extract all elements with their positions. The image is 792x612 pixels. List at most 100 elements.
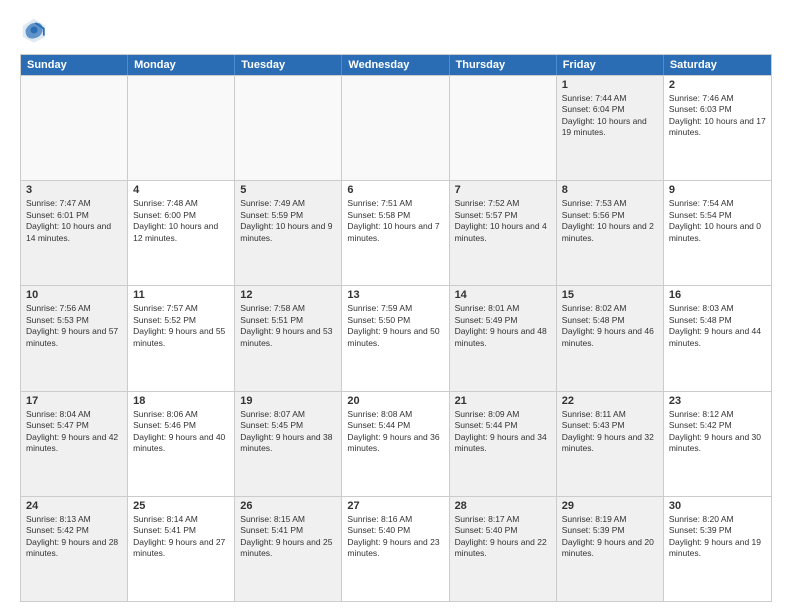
cell-daylight-text: Sunrise: 8:08 AM Sunset: 5:44 PM Dayligh… bbox=[347, 409, 443, 455]
cal-cell: 7Sunrise: 7:52 AM Sunset: 5:57 PM Daylig… bbox=[450, 181, 557, 285]
cal-cell: 23 Sunrise: 8:12 AM Sunset: 5:42 PM Dayli… bbox=[664, 392, 771, 496]
cell-daylight-text: Sunrise: 7:51 AM Sunset: 5:58 PM Dayligh… bbox=[347, 198, 443, 244]
cal-row-3: 17 Sunrise: 8:04 AM Sunset: 5:47 PM Dayli… bbox=[21, 391, 771, 496]
day-number: 27 bbox=[347, 500, 443, 512]
cal-row-1: 3 Sunrise: 7:47 AM Sunset: 6:01 PM Daylig… bbox=[21, 180, 771, 285]
cal-row-0: 1 Sunrise: 7:44 AM Sunset: 6:04 PM Daylig… bbox=[21, 75, 771, 180]
cal-row-4: 24 Sunrise: 8:13 AM Sunset: 5:42 PM Dayli… bbox=[21, 496, 771, 601]
cal-cell: 10Sunrise: 7:56 AM Sunset: 5:53 PM Dayli… bbox=[21, 286, 128, 390]
day-number: 30 bbox=[669, 500, 766, 512]
cal-cell: 22Sunrise: 8:11 AM Sunset: 5:43 PM Dayli… bbox=[557, 392, 664, 496]
header-day-wednesday: Wednesday bbox=[342, 55, 449, 75]
header-day-thursday: Thursday bbox=[450, 55, 557, 75]
day-number: 8 bbox=[562, 184, 658, 196]
cell-daylight-text: Sunrise: 8:16 AM Sunset: 5:40 PM Dayligh… bbox=[347, 514, 443, 560]
day-number: 19 bbox=[240, 395, 336, 407]
cal-cell bbox=[128, 76, 235, 180]
day-number: 21 bbox=[455, 395, 551, 407]
cell-daylight-text: Sunrise: 8:04 AM Sunset: 5:47 PM Dayligh… bbox=[26, 409, 122, 455]
cell-daylight-text: Sunrise: 8:19 AM Sunset: 5:39 PM Dayligh… bbox=[562, 514, 658, 560]
cal-cell: 27 Sunrise: 8:16 AM Sunset: 5:40 PM Dayli… bbox=[342, 497, 449, 601]
header-day-friday: Friday bbox=[557, 55, 664, 75]
calendar-header: SundayMondayTuesdayWednesdayThursdayFrid… bbox=[21, 55, 771, 75]
cal-cell: 2Sunrise: 7:46 AM Sunset: 6:03 PM Daylig… bbox=[664, 76, 771, 180]
cell-daylight-text: Sunrise: 7:47 AM Sunset: 6:01 PM Dayligh… bbox=[26, 198, 122, 244]
cal-cell: 1 Sunrise: 7:44 AM Sunset: 6:04 PM Daylig… bbox=[557, 76, 664, 180]
cal-cell: 16Sunrise: 8:03 AM Sunset: 5:48 PM Dayli… bbox=[664, 286, 771, 390]
logo bbox=[20, 16, 52, 44]
cell-daylight-text: Sunrise: 7:44 AM Sunset: 6:04 PM Dayligh… bbox=[562, 93, 658, 139]
cell-daylight-text: Sunrise: 8:06 AM Sunset: 5:46 PM Dayligh… bbox=[133, 409, 229, 455]
cal-cell: 28 Sunrise: 8:17 AM Sunset: 5:40 PM Dayli… bbox=[450, 497, 557, 601]
day-number: 1 bbox=[562, 79, 658, 91]
header bbox=[20, 16, 772, 44]
day-number: 26 bbox=[240, 500, 336, 512]
day-number: 5 bbox=[240, 184, 336, 196]
day-number: 29 bbox=[562, 500, 658, 512]
cal-cell: 6 Sunrise: 7:51 AM Sunset: 5:58 PM Daylig… bbox=[342, 181, 449, 285]
cal-cell bbox=[342, 76, 449, 180]
day-number: 24 bbox=[26, 500, 122, 512]
cal-cell: 30Sunrise: 8:20 AM Sunset: 5:39 PM Dayli… bbox=[664, 497, 771, 601]
cell-daylight-text: Sunrise: 7:59 AM Sunset: 5:50 PM Dayligh… bbox=[347, 303, 443, 349]
cell-daylight-text: Sunrise: 8:12 AM Sunset: 5:42 PM Dayligh… bbox=[669, 409, 766, 455]
cal-row-2: 10Sunrise: 7:56 AM Sunset: 5:53 PM Dayli… bbox=[21, 285, 771, 390]
cal-cell: 21 Sunrise: 8:09 AM Sunset: 5:44 PM Dayli… bbox=[450, 392, 557, 496]
day-number: 14 bbox=[455, 289, 551, 301]
cal-cell: 29 Sunrise: 8:19 AM Sunset: 5:39 PM Dayli… bbox=[557, 497, 664, 601]
day-number: 23 bbox=[669, 395, 766, 407]
cal-cell: 20 Sunrise: 8:08 AM Sunset: 5:44 PM Dayli… bbox=[342, 392, 449, 496]
cal-cell: 19 Sunrise: 8:07 AM Sunset: 5:45 PM Dayli… bbox=[235, 392, 342, 496]
day-number: 20 bbox=[347, 395, 443, 407]
day-number: 3 bbox=[26, 184, 122, 196]
day-number: 18 bbox=[133, 395, 229, 407]
cell-daylight-text: Sunrise: 8:17 AM Sunset: 5:40 PM Dayligh… bbox=[455, 514, 551, 560]
calendar-body: 1 Sunrise: 7:44 AM Sunset: 6:04 PM Daylig… bbox=[21, 75, 771, 601]
cal-cell: 3 Sunrise: 7:47 AM Sunset: 6:01 PM Daylig… bbox=[21, 181, 128, 285]
cell-daylight-text: Sunrise: 8:02 AM Sunset: 5:48 PM Dayligh… bbox=[562, 303, 658, 349]
cal-cell: 25 Sunrise: 8:14 AM Sunset: 5:41 PM Dayli… bbox=[128, 497, 235, 601]
cell-daylight-text: Sunrise: 8:01 AM Sunset: 5:49 PM Dayligh… bbox=[455, 303, 551, 349]
day-number: 15 bbox=[562, 289, 658, 301]
header-day-sunday: Sunday bbox=[21, 55, 128, 75]
cal-cell bbox=[450, 76, 557, 180]
cell-daylight-text: Sunrise: 7:57 AM Sunset: 5:52 PM Dayligh… bbox=[133, 303, 229, 349]
cal-cell: 18 Sunrise: 8:06 AM Sunset: 5:46 PM Dayli… bbox=[128, 392, 235, 496]
header-day-tuesday: Tuesday bbox=[235, 55, 342, 75]
day-number: 2 bbox=[669, 79, 766, 91]
cell-daylight-text: Sunrise: 7:53 AM Sunset: 5:56 PM Dayligh… bbox=[562, 198, 658, 244]
cal-cell: 4 Sunrise: 7:48 AM Sunset: 6:00 PM Daylig… bbox=[128, 181, 235, 285]
cell-daylight-text: Sunrise: 7:54 AM Sunset: 5:54 PM Dayligh… bbox=[669, 198, 766, 244]
day-number: 16 bbox=[669, 289, 766, 301]
day-number: 28 bbox=[455, 500, 551, 512]
cal-cell: 12 Sunrise: 7:58 AM Sunset: 5:51 PM Dayli… bbox=[235, 286, 342, 390]
cal-cell: 15 Sunrise: 8:02 AM Sunset: 5:48 PM Dayli… bbox=[557, 286, 664, 390]
cell-daylight-text: Sunrise: 7:49 AM Sunset: 5:59 PM Dayligh… bbox=[240, 198, 336, 244]
cal-cell: 17 Sunrise: 8:04 AM Sunset: 5:47 PM Dayli… bbox=[21, 392, 128, 496]
cal-cell bbox=[21, 76, 128, 180]
day-number: 25 bbox=[133, 500, 229, 512]
day-number: 6 bbox=[347, 184, 443, 196]
cal-cell: 5 Sunrise: 7:49 AM Sunset: 5:59 PM Daylig… bbox=[235, 181, 342, 285]
day-number: 10 bbox=[26, 289, 122, 301]
cal-cell: 11 Sunrise: 7:57 AM Sunset: 5:52 PM Dayli… bbox=[128, 286, 235, 390]
cell-daylight-text: Sunrise: 8:13 AM Sunset: 5:42 PM Dayligh… bbox=[26, 514, 122, 560]
cal-cell: 24 Sunrise: 8:13 AM Sunset: 5:42 PM Dayli… bbox=[21, 497, 128, 601]
cal-cell: 8 Sunrise: 7:53 AM Sunset: 5:56 PM Daylig… bbox=[557, 181, 664, 285]
day-number: 17 bbox=[26, 395, 122, 407]
cell-daylight-text: Sunrise: 7:58 AM Sunset: 5:51 PM Dayligh… bbox=[240, 303, 336, 349]
cell-daylight-text: Sunrise: 8:09 AM Sunset: 5:44 PM Dayligh… bbox=[455, 409, 551, 455]
cal-cell: 13Sunrise: 7:59 AM Sunset: 5:50 PM Dayli… bbox=[342, 286, 449, 390]
cell-daylight-text: Sunrise: 8:15 AM Sunset: 5:41 PM Dayligh… bbox=[240, 514, 336, 560]
header-day-monday: Monday bbox=[128, 55, 235, 75]
day-number: 11 bbox=[133, 289, 229, 301]
cal-cell bbox=[235, 76, 342, 180]
day-number: 12 bbox=[240, 289, 336, 301]
cal-cell: 26 Sunrise: 8:15 AM Sunset: 5:41 PM Dayli… bbox=[235, 497, 342, 601]
logo-icon bbox=[20, 16, 48, 44]
cell-daylight-text: Sunrise: 8:14 AM Sunset: 5:41 PM Dayligh… bbox=[133, 514, 229, 560]
cell-daylight-text: Sunrise: 7:48 AM Sunset: 6:00 PM Dayligh… bbox=[133, 198, 229, 244]
cell-daylight-text: Sunrise: 8:07 AM Sunset: 5:45 PM Dayligh… bbox=[240, 409, 336, 455]
cell-daylight-text: Sunrise: 8:11 AM Sunset: 5:43 PM Dayligh… bbox=[562, 409, 658, 455]
day-number: 4 bbox=[133, 184, 229, 196]
